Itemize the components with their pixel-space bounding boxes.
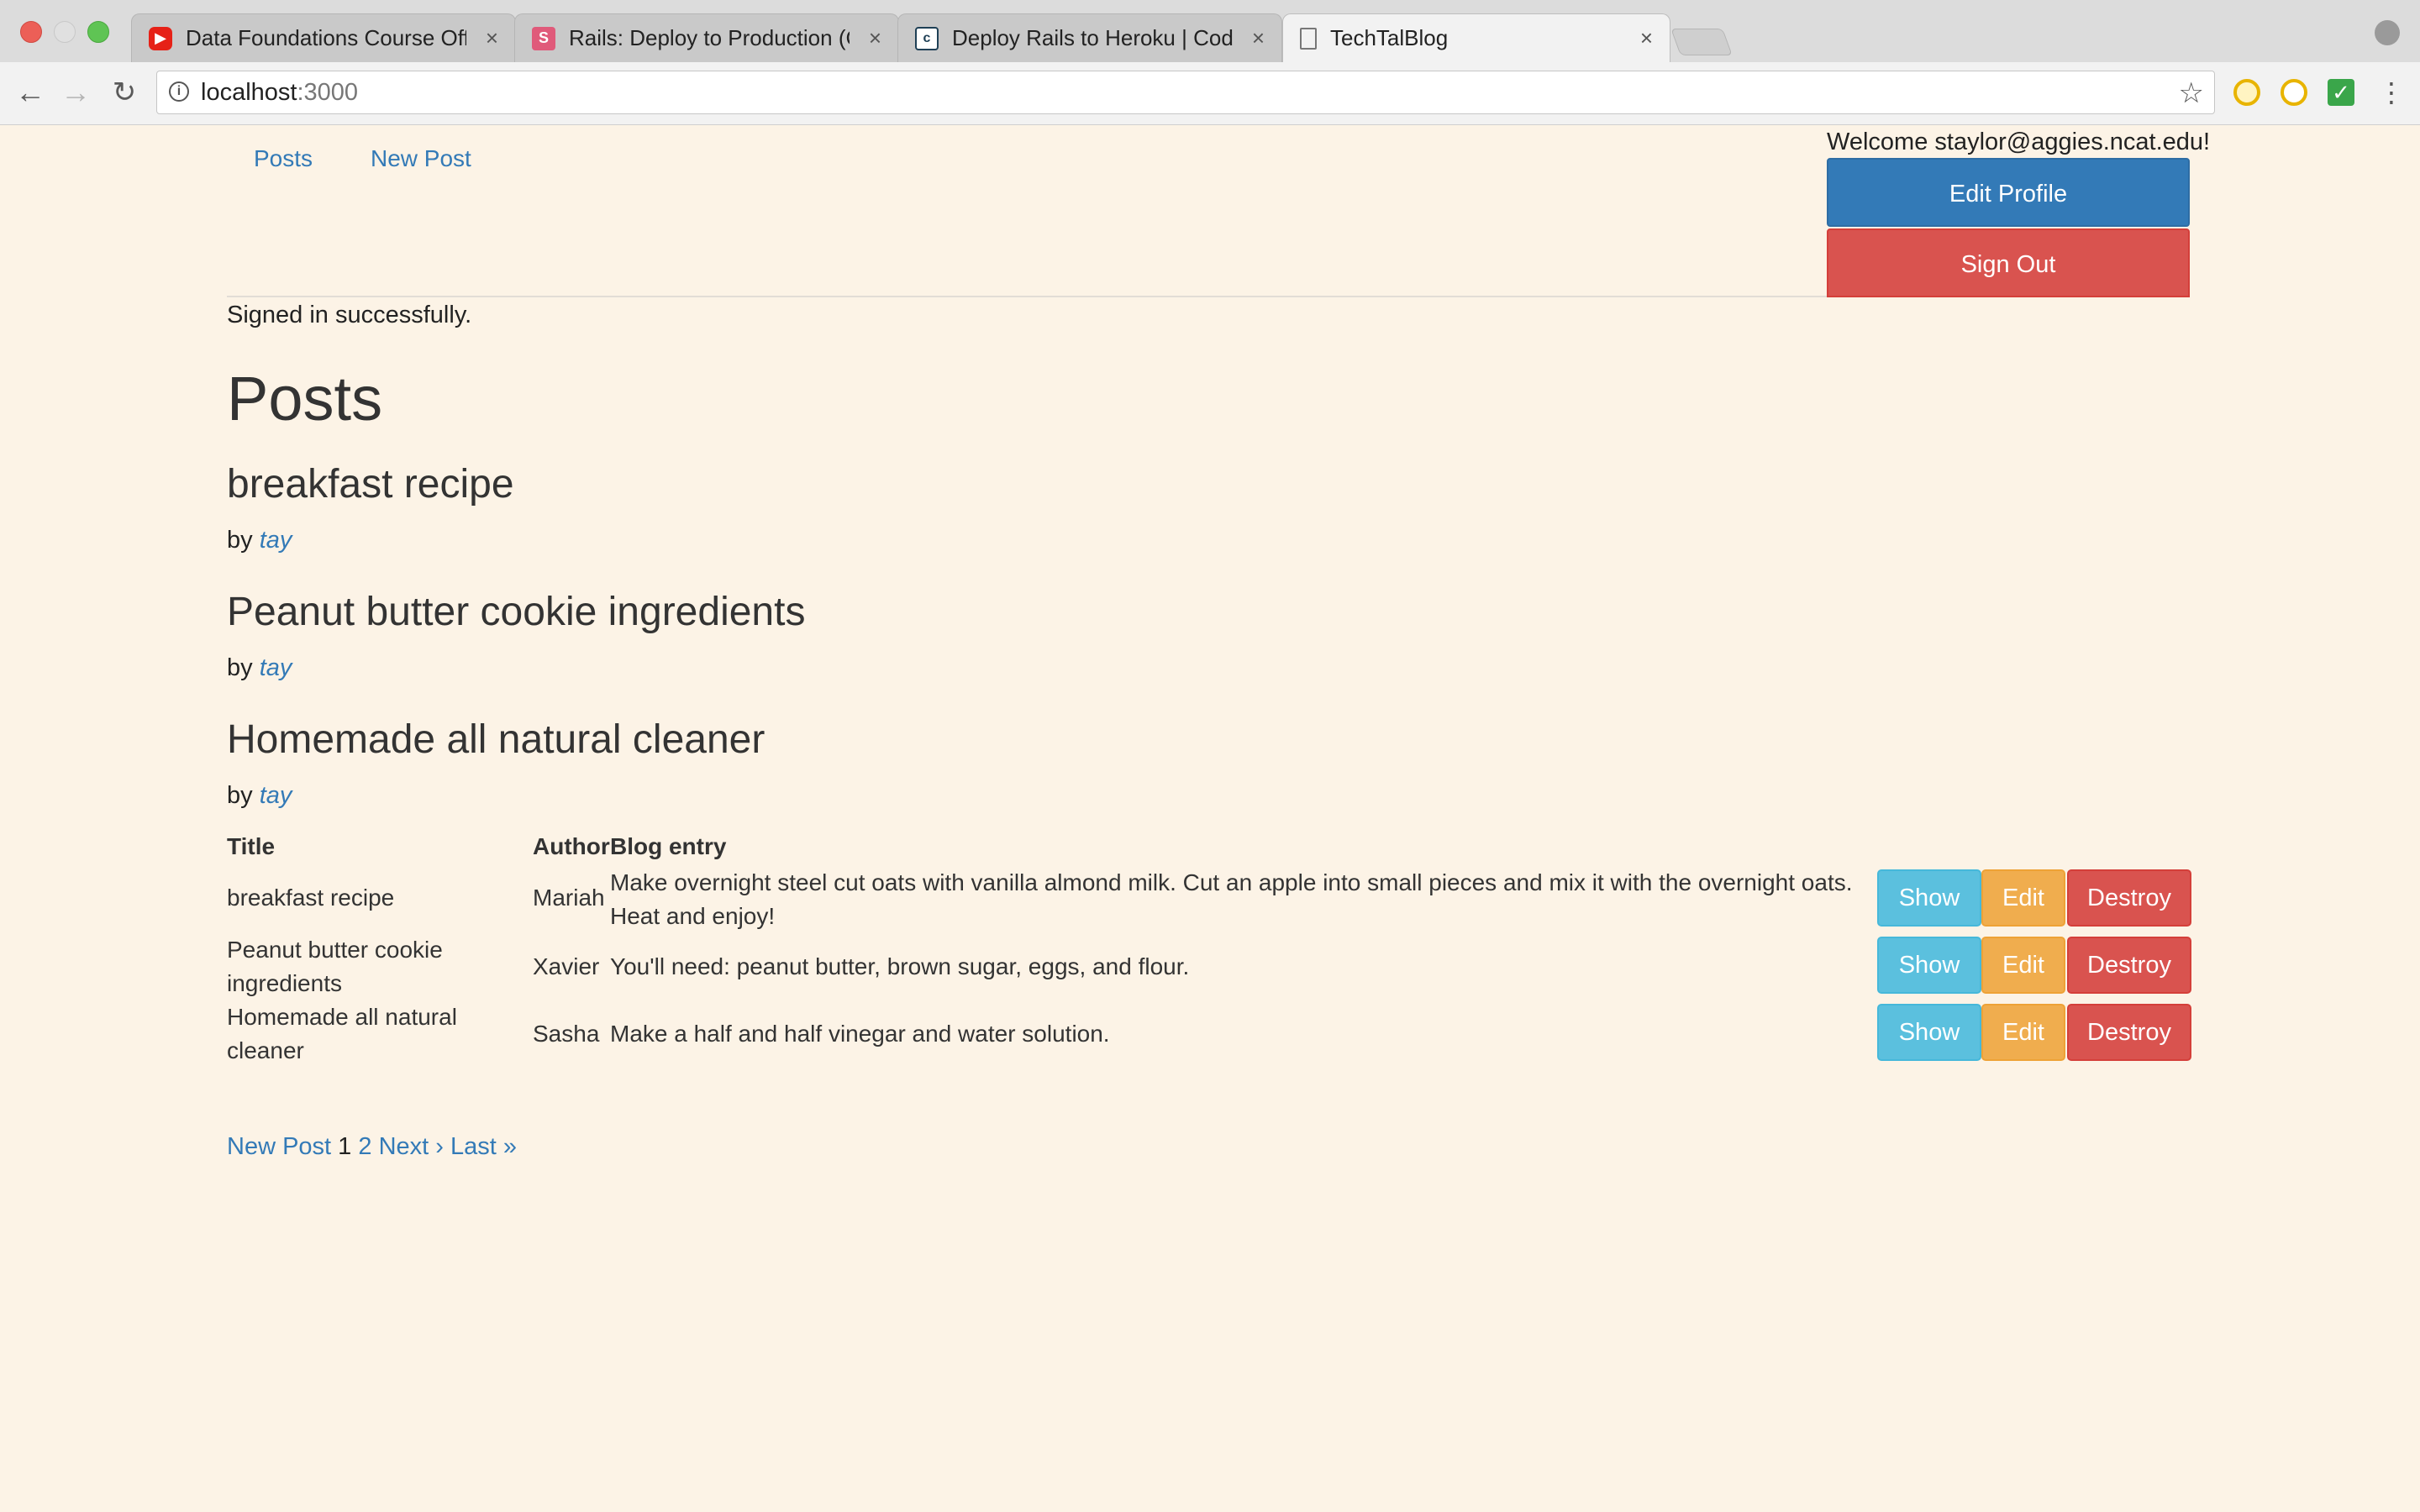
s-icon: S [532, 26, 555, 50]
document-icon [1300, 27, 1317, 50]
browser-titlebar: ▶ Data Foundations Course Offic × S Rail… [0, 0, 2420, 62]
show-button[interactable]: Show [1877, 869, 1981, 927]
pagination: New Post 1 2 Next › Last » [227, 1133, 517, 1161]
divider [227, 296, 1827, 297]
edit-button[interactable]: Edit [1981, 937, 2065, 994]
post-title: Peanut butter cookie ingredients [227, 590, 806, 634]
reload-icon[interactable]: ↻ [106, 74, 143, 111]
author-link[interactable]: tay [260, 654, 292, 681]
close-icon[interactable]: × [856, 25, 881, 51]
tab-title: Data Foundations Course Offic [186, 25, 466, 50]
current-page: 1 [338, 1133, 352, 1160]
info-icon[interactable]: i [169, 81, 189, 102]
post-byline: by tay [227, 782, 292, 809]
extension-check-icon[interactable]: ✓ [2328, 79, 2354, 106]
address-bar[interactable]: i localhost:3000 ☆ [156, 71, 2215, 114]
tab-title: Deploy Rails to Heroku | Codec [952, 25, 1233, 50]
edit-button[interactable]: Edit [1981, 1004, 2065, 1061]
nav-new-post-link[interactable]: New Post [371, 145, 471, 172]
column-header-blog-entry: Blog entry [610, 833, 727, 859]
zoom-window-button[interactable] [87, 21, 109, 43]
cell-entry: Make overnight steel cut oats with vanil… [610, 869, 1853, 929]
browser-tab-3[interactable]: c Deploy Rails to Heroku | Codec × [897, 13, 1282, 62]
welcome-text: Welcome staylor@aggies.ncat.edu! [1827, 129, 2211, 155]
url-text[interactable]: localhost:3000 [201, 71, 358, 113]
cell-title: Peanut butter cookie ingredients [227, 937, 443, 996]
author-link[interactable]: tay [260, 527, 292, 554]
column-header-author: Author [533, 833, 610, 859]
page-title: Posts [227, 364, 383, 433]
show-button[interactable]: Show [1877, 937, 1981, 994]
page-2-link[interactable]: 2 [358, 1133, 371, 1160]
destroy-button[interactable]: Destroy [2067, 937, 2191, 994]
extension-home-icon[interactable] [2281, 79, 2307, 106]
author-link[interactable]: tay [260, 782, 292, 809]
destroy-button[interactable]: Destroy [2067, 1004, 2191, 1061]
tab-title: TechTalBlog [1330, 25, 1449, 50]
sign-out-button[interactable]: Sign Out [1827, 228, 2190, 297]
extension-search-icon[interactable] [2233, 79, 2260, 106]
tab-title: Rails: Deploy to Production (Cc [569, 25, 850, 50]
browser-tab-1[interactable]: ▶ Data Foundations Course Offic × [131, 13, 516, 62]
cell-author: Sasha [533, 1021, 600, 1047]
browser-toolbar: ← → ↻ i localhost:3000 ☆ ✓ ⋮ [0, 62, 2420, 125]
cell-title: Homemade all natural cleaner [227, 1004, 457, 1063]
browser-tab-2[interactable]: S Rails: Deploy to Production (Cc × [514, 13, 899, 62]
post-byline: by tay [227, 527, 292, 554]
browser-tab-active[interactable]: TechTalBlog × [1282, 13, 1670, 62]
last-page-link[interactable]: Last » [450, 1133, 517, 1160]
post-title: Homemade all natural cleaner [227, 717, 765, 762]
menu-dots-icon[interactable]: ⋮ [2378, 74, 2405, 111]
bookmark-star-icon[interactable]: ☆ [2179, 76, 2204, 110]
post-title: breakfast recipe [227, 462, 514, 507]
codecademy-icon: c [915, 26, 939, 50]
profile-icon[interactable] [2375, 20, 2400, 45]
back-arrow-icon[interactable]: ← [12, 74, 49, 111]
close-icon[interactable]: × [1239, 25, 1265, 51]
close-icon[interactable]: × [1628, 25, 1653, 51]
destroy-button[interactable]: Destroy [2067, 869, 2191, 927]
cell-entry: Make a half and half vinegar and water s… [610, 1021, 1110, 1047]
edit-button[interactable]: Edit [1981, 869, 2065, 927]
post-byline: by tay [227, 654, 292, 681]
cell-title: breakfast recipe [227, 885, 395, 911]
new-post-link[interactable]: New Post [227, 1133, 331, 1160]
youtube-icon: ▶ [149, 26, 172, 50]
edit-profile-button[interactable]: Edit Profile [1827, 158, 2190, 227]
nav-posts-link[interactable]: Posts [254, 145, 313, 172]
next-page-link[interactable]: Next › [379, 1133, 444, 1160]
minimize-window-button[interactable] [54, 21, 76, 43]
column-header-title: Title [227, 833, 276, 859]
close-window-button[interactable] [20, 21, 42, 43]
show-button[interactable]: Show [1877, 1004, 1981, 1061]
cell-entry: You'll need: peanut butter, brown sugar,… [610, 953, 1190, 979]
cell-author: Xavier [533, 953, 600, 979]
close-icon[interactable]: × [473, 25, 498, 51]
cell-author: Mariah [533, 885, 605, 911]
page-content: Posts New Post Welcome staylor@aggies.nc… [0, 125, 2420, 1512]
new-tab-button[interactable] [1670, 29, 1733, 55]
flash-notice: Signed in successfully. [227, 302, 472, 328]
forward-arrow-icon[interactable]: → [57, 74, 94, 111]
